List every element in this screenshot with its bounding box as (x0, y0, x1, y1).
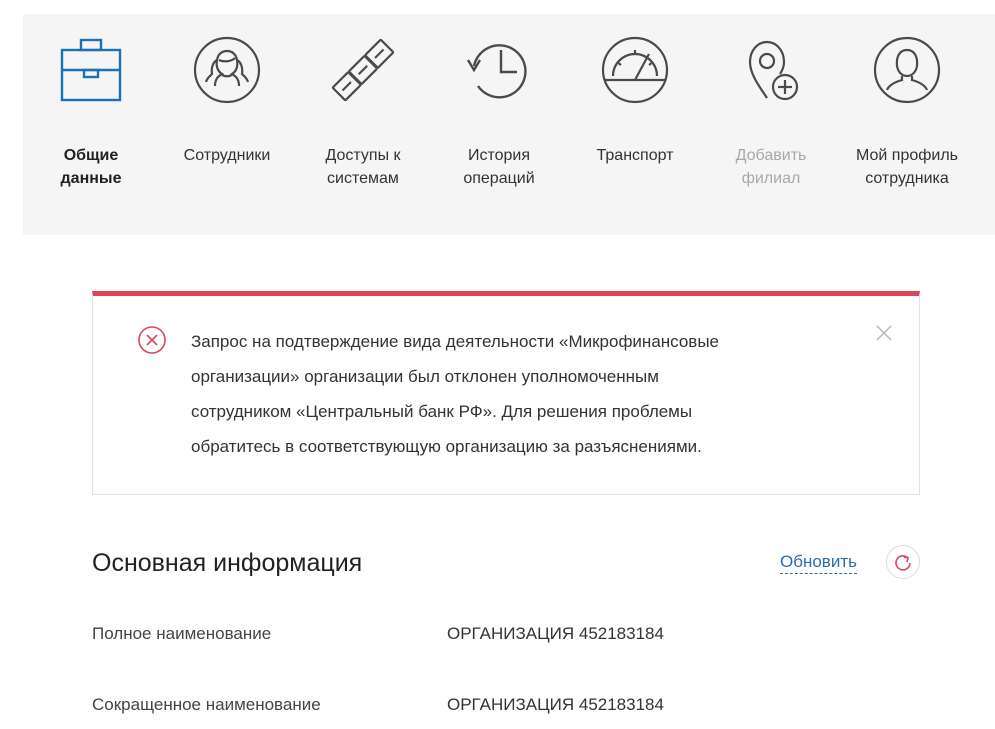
nav-label: История операций (431, 144, 567, 190)
nav-label: Добавить филиал (703, 144, 839, 190)
refresh-icon (895, 555, 911, 571)
nav-label-line: Мой профиль (855, 147, 959, 164)
nav-label-line: Общие (63, 147, 119, 164)
nav-label-line: системам (327, 170, 399, 187)
refresh-button[interactable] (886, 545, 920, 579)
nav-label-line: История (467, 147, 531, 164)
nav-item-transport[interactable]: Транспорт (567, 14, 703, 214)
section-navigation: Общие данные Сотрудники Доступы к систем… (23, 14, 995, 250)
nav-label-line: Транспорт (596, 147, 674, 164)
nav-label-line: операций (463, 170, 535, 187)
user-profile-icon (873, 36, 941, 104)
nav-label-line: данные (60, 170, 122, 187)
field-value-short-name: ОРГАНИЗАЦИЯ 452183184 (447, 695, 664, 714)
nav-item-system-access[interactable]: Доступы к системам (295, 14, 431, 214)
error-circle-icon (137, 325, 167, 355)
alert-line: организации» организации был отклонен уп… (191, 367, 659, 386)
alert-line: Запрос на подтверждение вида деятельност… (191, 332, 720, 351)
nav-label: Общие данные (23, 144, 159, 190)
nav-label: Сотрудники (159, 144, 295, 167)
nav-label: Доступы к системам (295, 144, 431, 190)
nav-label-line: Добавить (735, 147, 807, 164)
speedometer-icon (601, 36, 669, 104)
add-location-icon (737, 36, 805, 104)
employees-icon (193, 36, 261, 104)
refresh-link[interactable]: Обновить (780, 551, 857, 574)
nav-item-my-profile[interactable]: Мой профиль сотрудника (839, 14, 975, 214)
section-title: Основная информация (92, 549, 363, 577)
field-label-full-name: Полное наименование (92, 624, 272, 643)
briefcase-icon (57, 36, 125, 104)
nav-label: Транспорт (567, 144, 703, 167)
error-alert: Запрос на подтверждение вида деятельност… (92, 291, 920, 495)
nav-label-line: филиал (741, 170, 801, 187)
field-label-short-name: Сокращенное наименование (92, 695, 321, 714)
history-icon (465, 36, 533, 104)
close-icon[interactable] (873, 322, 895, 344)
nav-item-add-branch[interactable]: Добавить филиал (703, 14, 839, 214)
field-value-full-name: ОРГАНИЗАЦИЯ 452183184 (447, 624, 664, 643)
nav-label-line: Доступы к (325, 147, 401, 164)
nav-item-operations-history[interactable]: История операций (431, 14, 567, 214)
alert-message: Запрос на подтверждение вида деятельност… (191, 324, 841, 464)
nav-item-employees[interactable]: Сотрудники (159, 14, 295, 214)
nav-label-line: сотрудника (865, 170, 949, 187)
nav-label: Мой профиль сотрудника (839, 144, 975, 190)
nav-label-line: Сотрудники (183, 147, 271, 164)
alert-line: сотрудником «Центральный банк РФ». Для р… (191, 402, 693, 421)
chain-link-icon (329, 36, 397, 104)
alert-line: обратитесь в соответствующую организацию… (191, 437, 702, 456)
nav-item-general-data[interactable]: Общие данные (23, 14, 159, 214)
content-panel: Запрос на подтверждение вида деятельност… (23, 235, 995, 729)
